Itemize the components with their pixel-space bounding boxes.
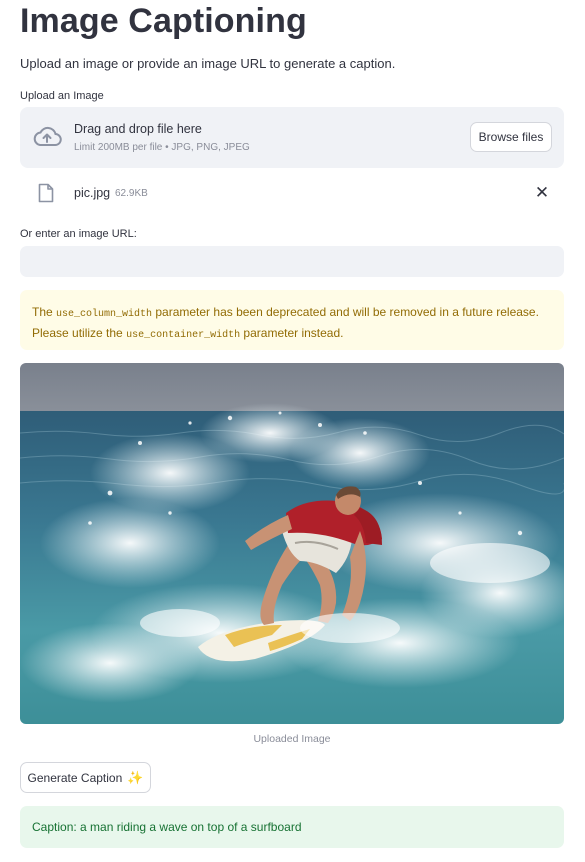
dropzone-limit: Limit 200MB per file • JPG, PNG, JPEG: [74, 142, 250, 153]
caption-result: Caption: a man riding a wave on top of a…: [20, 806, 564, 848]
remove-file-close-icon[interactable]: ✕: [532, 182, 552, 204]
warning-code-container-width: use_container_width: [126, 330, 241, 341]
surfer-photo: [20, 363, 564, 724]
cloud-upload-icon: [33, 126, 62, 146]
uploaded-file-row: pic.jpg 62.9KB ✕: [20, 176, 564, 210]
page-title: Image Captioning: [20, 2, 307, 40]
uploaded-file-size: 62.9KB: [115, 188, 148, 199]
image-caption-label: Uploaded Image: [253, 733, 331, 745]
dropzone-instructions: Drag and drop file here: [74, 122, 202, 136]
sparkles-icon: ✨: [127, 769, 144, 785]
uploaded-image: [20, 363, 564, 724]
file-dropzone[interactable]: Drag and drop file here Limit 200MB per …: [20, 107, 564, 168]
generate-caption-label: Generate Caption: [27, 770, 123, 785]
uploaded-file-name: pic.jpg: [74, 186, 111, 200]
warning-text-3: parameter instead.: [240, 326, 344, 340]
page-subtitle: Upload an image or provide an image URL …: [20, 56, 396, 71]
upload-label: Upload an Image: [20, 90, 104, 102]
deprecation-warning: The use_column_width parameter has been …: [20, 290, 564, 350]
url-label: Or enter an image URL:: [20, 228, 137, 240]
warning-code-column-width: use_column_width: [56, 309, 153, 320]
generate-caption-button[interactable]: Generate Caption ✨: [20, 762, 151, 793]
browse-files-button[interactable]: Browse files: [470, 122, 552, 152]
image-url-input[interactable]: [20, 246, 564, 277]
file-icon: [38, 183, 54, 203]
warning-text-1: The: [32, 305, 57, 319]
